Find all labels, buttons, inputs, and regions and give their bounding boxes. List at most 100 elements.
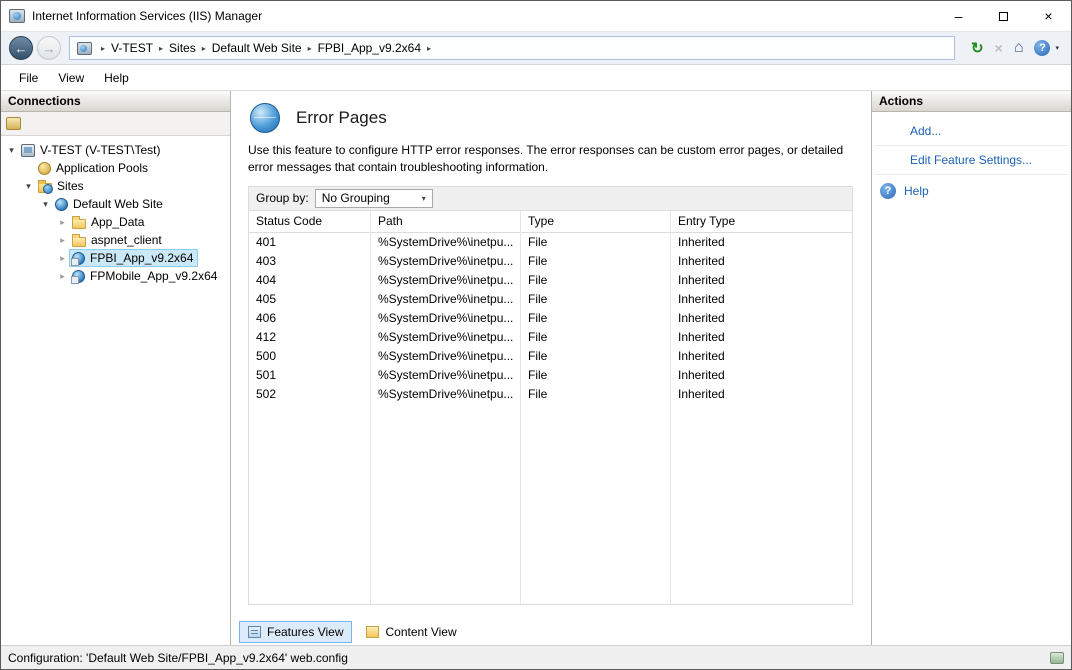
table-cell[interactable]: 502 xyxy=(249,385,370,404)
home-icon[interactable]: ⌂ xyxy=(1014,39,1024,57)
configuration-icon xyxy=(1050,652,1064,664)
table-cell[interactable]: %SystemDrive%\inetpu... xyxy=(371,385,520,404)
column-header-type[interactable]: Type xyxy=(521,211,670,233)
connections-header: Connections xyxy=(1,91,230,112)
table-cell[interactable]: File xyxy=(521,385,670,404)
action-edit-feature-settings[interactable]: Edit Feature Settings... xyxy=(872,146,1071,174)
table-cell[interactable]: 403 xyxy=(249,252,370,271)
tree-item-app-data[interactable]: ▸App_Data xyxy=(1,213,230,231)
table-cell[interactable]: %SystemDrive%\inetpu... xyxy=(371,366,520,385)
table-cell[interactable]: File xyxy=(521,271,670,290)
table-cell[interactable]: 500 xyxy=(249,347,370,366)
tab-features-view[interactable]: Features View xyxy=(239,621,352,643)
tree-expander-icon[interactable]: ▸ xyxy=(56,271,69,282)
create-connection-icon[interactable] xyxy=(6,117,21,130)
table-cell[interactable]: Inherited xyxy=(671,309,852,328)
table-cell[interactable]: Inherited xyxy=(671,366,852,385)
maximize-button[interactable] xyxy=(981,1,1026,31)
pools-icon xyxy=(38,162,51,175)
tree-expander-icon[interactable]: ▾ xyxy=(39,199,52,210)
table-cell[interactable]: Inherited xyxy=(671,233,852,252)
tree-item-fpmobile-app-v9-2x64[interactable]: ▸FPMobile_App_v9.2x64 xyxy=(1,267,230,285)
table-cell[interactable]: 406 xyxy=(249,309,370,328)
table-cell[interactable]: 501 xyxy=(249,366,370,385)
tree-item-v-test-v-test-test[interactable]: ▾ V-TEST (V-TEST\Test) xyxy=(1,141,230,159)
table-cell[interactable]: File xyxy=(521,252,670,271)
refresh-icon[interactable]: ↻ xyxy=(971,39,984,57)
group-by-value: No Grouping xyxy=(322,191,390,205)
help-icon: ? xyxy=(880,183,896,199)
table-cell[interactable]: Inherited xyxy=(671,252,852,271)
action-add[interactable]: Add... xyxy=(872,117,1071,145)
table-cell[interactable]: File xyxy=(521,347,670,366)
breadcrumb-sites[interactable]: Sites xyxy=(169,41,196,55)
window-title: Internet Information Services (IIS) Mana… xyxy=(32,9,936,23)
close-button[interactable]: × xyxy=(1026,1,1071,31)
table-cell[interactable]: File xyxy=(521,309,670,328)
column-header-status-code[interactable]: Status Code xyxy=(249,211,370,233)
tab-label: Content View xyxy=(385,625,456,639)
menu-view[interactable]: View xyxy=(48,67,94,89)
table-cell[interactable]: %SystemDrive%\inetpu... xyxy=(371,328,520,347)
table-cell[interactable]: %SystemDrive%\inetpu... xyxy=(371,290,520,309)
breadcrumb[interactable]: ▸V-TEST▸Sites▸Default Web Site▸FPBI_App_… xyxy=(69,36,955,60)
table-cell[interactable]: %SystemDrive%\inetpu... xyxy=(371,233,520,252)
forward-button[interactable]: → xyxy=(37,36,61,60)
table-cell[interactable]: 404 xyxy=(249,271,370,290)
tab-label: Features View xyxy=(267,625,343,639)
table-cell[interactable]: File xyxy=(521,233,670,252)
back-button[interactable]: ← xyxy=(9,36,33,60)
table-cell[interactable]: File xyxy=(521,328,670,347)
help-icon[interactable]: ? xyxy=(1034,40,1050,56)
table-cell[interactable]: %SystemDrive%\inetpu... xyxy=(371,252,520,271)
table-cell[interactable]: File xyxy=(521,290,670,309)
breadcrumb-default-web-site[interactable]: Default Web Site xyxy=(212,41,302,55)
tree-expander-icon[interactable]: ▸ xyxy=(56,235,69,246)
tree-expander-icon[interactable]: ▾ xyxy=(22,181,35,192)
connections-tree: ▾ V-TEST (V-TEST\Test) Application Pools▾S… xyxy=(1,136,230,645)
feature-description: Use this feature to configure HTTP error… xyxy=(248,142,853,176)
title-bar: Internet Information Services (IIS) Mana… xyxy=(1,1,1071,31)
content-view-icon xyxy=(366,626,379,638)
stop-icon[interactable]: × xyxy=(995,40,1003,56)
table-cell[interactable]: Inherited xyxy=(671,385,852,404)
group-by-dropdown[interactable]: No Grouping ▾ xyxy=(315,189,433,208)
column-header-path[interactable]: Path xyxy=(371,211,520,233)
chevron-down-icon: ▾ xyxy=(422,194,426,203)
view-tabs: Features View Content View xyxy=(231,618,871,645)
feature-content: Error Pages Use this feature to configur… xyxy=(231,91,871,618)
minimize-button[interactable]: – xyxy=(936,1,981,31)
tree-item-default-web-site[interactable]: ▾Default Web Site xyxy=(1,195,230,213)
table-cell[interactable]: 412 xyxy=(249,328,370,347)
menu-file[interactable]: File xyxy=(9,67,48,89)
tree-item-label: V-TEST (V-TEST\Test) xyxy=(40,143,160,157)
help-link[interactable]: ? Help xyxy=(872,175,1071,207)
error-pages-list: Status Code401403404405406412500501502 Pa… xyxy=(248,211,853,605)
menu-bar: FileViewHelp xyxy=(1,65,1071,91)
table-cell[interactable]: %SystemDrive%\inetpu... xyxy=(371,271,520,290)
tree-item-application-pools[interactable]: Application Pools xyxy=(1,159,230,177)
table-cell[interactable]: Inherited xyxy=(671,290,852,309)
iis-manager-window: Internet Information Services (IIS) Mana… xyxy=(0,0,1072,670)
table-cell[interactable]: %SystemDrive%\inetpu... xyxy=(371,347,520,366)
table-cell[interactable]: Inherited xyxy=(671,328,852,347)
table-cell[interactable]: File xyxy=(521,366,670,385)
tree-expander-icon[interactable]: ▾ xyxy=(5,145,18,156)
help-dropdown-icon[interactable]: ▾ xyxy=(1055,44,1059,52)
table-cell[interactable]: 405 xyxy=(249,290,370,309)
tree-expander-icon[interactable]: ▸ xyxy=(56,217,69,228)
breadcrumb-fpbi-app-v9-2x64[interactable]: FPBI_App_v9.2x64 xyxy=(318,41,421,55)
tree-expander-icon[interactable]: ▸ xyxy=(56,253,69,264)
tab-content-view[interactable]: Content View xyxy=(357,621,465,643)
tree-item-aspnet-client[interactable]: ▸aspnet_client xyxy=(1,231,230,249)
menu-help[interactable]: Help xyxy=(94,67,139,89)
table-cell[interactable]: Inherited xyxy=(671,271,852,290)
table-cell[interactable]: Inherited xyxy=(671,347,852,366)
breadcrumb-v-test[interactable]: V-TEST xyxy=(111,41,153,55)
table-cell[interactable]: %SystemDrive%\inetpu... xyxy=(371,309,520,328)
column-header-entry-type[interactable]: Entry Type xyxy=(671,211,852,233)
tree-item-sites[interactable]: ▾Sites xyxy=(1,177,230,195)
tree-item-fpbi-app-v9-2x64[interactable]: ▸FPBI_App_v9.2x64 xyxy=(1,249,230,267)
table-cell[interactable]: 401 xyxy=(249,233,370,252)
iis-app-icon xyxy=(9,9,25,23)
